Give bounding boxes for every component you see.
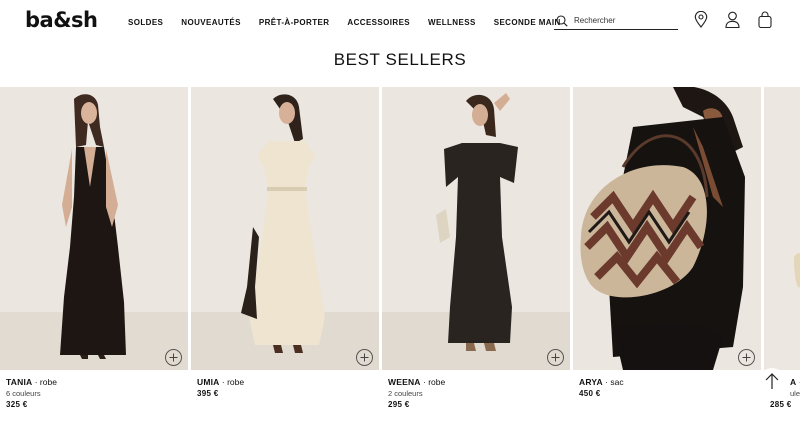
store-locator-icon[interactable]	[694, 11, 708, 28]
product-name[interactable]: UMIA	[197, 377, 220, 387]
product-info: WEENA · robe 2 couleurs 295 €	[388, 377, 564, 409]
product-card-umia[interactable]: UMIA · robe 395 €	[191, 87, 379, 417]
plus-icon	[551, 353, 560, 362]
product-price: 450 €	[579, 389, 601, 398]
product-category: sac	[610, 377, 624, 387]
nav-item-seconde-main[interactable]: SECONDE MAIN	[494, 18, 561, 27]
page-title: BEST SELLERS	[333, 50, 467, 69]
arrow-up-icon	[765, 373, 779, 389]
separator: ·	[796, 377, 800, 387]
product-price: 295 €	[388, 400, 410, 409]
product-info: ARYA · sac 450 €	[579, 377, 755, 398]
product-carousel[interactable]: TANIA · robe 6 couleurs 325 € UMIA · rob…	[0, 87, 800, 417]
product-image[interactable]	[382, 87, 570, 370]
nav-item-accessoires[interactable]: ACCESSOIRES	[347, 18, 410, 27]
product-name[interactable]: ARYA	[579, 377, 603, 387]
product-card-tania[interactable]: TANIA · robe 6 couleurs 325 €	[0, 87, 188, 417]
product-category: robe	[39, 377, 57, 387]
account-icon[interactable]	[725, 11, 740, 28]
product-category: robe	[428, 377, 446, 387]
back-to-top-button[interactable]	[759, 368, 785, 394]
product-image[interactable]	[191, 87, 379, 370]
separator: ·	[219, 377, 228, 387]
brand-logo[interactable]: ba&sh	[25, 8, 98, 32]
plus-icon	[742, 353, 751, 362]
search-bar[interactable]	[554, 12, 678, 30]
site-header: ba&sh SOLDES NOUVEAUTÉS PRÊT-À-PORTER AC…	[0, 0, 800, 44]
nav-item-nouveautes[interactable]: NOUVEAUTÉS	[181, 18, 241, 27]
quick-add-button[interactable]	[547, 349, 564, 366]
search-input[interactable]	[574, 16, 674, 25]
product-colors: 2 couleurs	[388, 389, 423, 398]
bag-icon[interactable]	[758, 11, 772, 28]
product-image[interactable]	[0, 87, 188, 370]
product-category: robe	[227, 377, 245, 387]
product-card-arya[interactable]: ARYA · sac 450 €	[573, 87, 761, 417]
product-colors: 6 couleurs	[6, 389, 41, 398]
product-image[interactable]	[573, 87, 761, 370]
plus-icon	[169, 353, 178, 362]
quick-add-button[interactable]	[165, 349, 182, 366]
product-card-weena[interactable]: WEENA · robe 2 couleurs 295 €	[382, 87, 570, 417]
product-name[interactable]: WEENA	[388, 377, 421, 387]
product-price: 325 €	[6, 400, 28, 409]
quick-add-button[interactable]	[738, 349, 755, 366]
product-colors: uleurs	[790, 389, 800, 398]
nav-item-wellness[interactable]: WELLNESS	[428, 18, 476, 27]
product-name[interactable]: TANIA	[6, 377, 32, 387]
quick-add-button[interactable]	[356, 349, 373, 366]
nav-item-soldes[interactable]: SOLDES	[128, 18, 163, 27]
product-info: TANIA · robe 6 couleurs 325 €	[6, 377, 182, 409]
separator: ·	[32, 377, 40, 387]
search-icon[interactable]	[556, 14, 568, 27]
plus-icon	[360, 353, 369, 362]
main-nav: SOLDES NOUVEAUTÉS PRÊT-À-PORTER ACCESSOI…	[128, 18, 561, 27]
product-price: 285 €	[770, 400, 792, 409]
nav-item-pret-a-porter[interactable]: PRÊT-À-PORTER	[259, 18, 330, 27]
product-image[interactable]	[764, 87, 800, 370]
product-info: UMIA · robe 395 €	[197, 377, 373, 398]
product-price: 395 €	[197, 389, 219, 398]
